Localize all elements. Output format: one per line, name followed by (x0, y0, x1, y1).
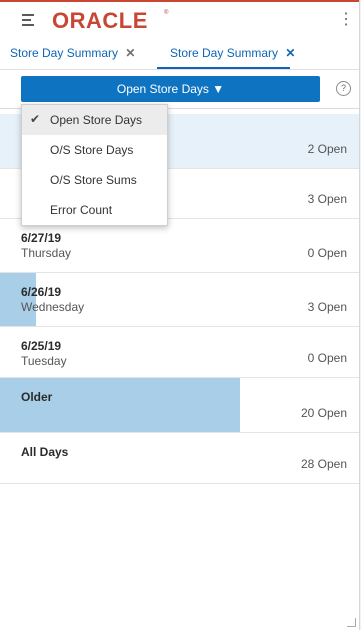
menu-item-open-store-days[interactable]: ✔ Open Store Days (22, 105, 167, 135)
close-icon[interactable]: ✕ (285, 46, 295, 60)
help-icon[interactable]: ? (336, 81, 351, 96)
menu-item-label: O/S Store Days (50, 143, 134, 157)
app-header: ORACLE ® ⋮ (0, 0, 359, 36)
menu-item-os-store-sums[interactable]: O/S Store Sums (22, 165, 167, 195)
tab-label: Store Day Summary (170, 46, 279, 60)
row-count: 28 Open (300, 457, 347, 471)
list-item[interactable]: Older 20 Open (0, 378, 359, 433)
row-date: All Days (21, 445, 69, 459)
tab-bar: Store Day Summary ✕ Store Day Summary ✕ (0, 36, 359, 70)
registered-mark: ® (164, 10, 169, 16)
row-date: 6/26/19 (21, 285, 62, 299)
row-count: 0 Open (307, 246, 347, 260)
oracle-logo: ORACLE (52, 8, 148, 33)
menu-item-label: O/S Store Sums (50, 173, 137, 187)
list-item[interactable]: 6/26/19 Wednesday 3 Open (0, 273, 359, 327)
row-count: 2 Open (307, 142, 347, 156)
kebab-icon[interactable]: ⋮ (338, 12, 354, 28)
view-select-menu: ✔ Open Store Days O/S Store Days O/S Sto… (21, 104, 168, 226)
menu-item-error-count[interactable]: Error Count (22, 195, 167, 225)
active-tab-indicator (157, 67, 290, 69)
hamburger-icon[interactable] (20, 12, 36, 28)
view-select-dropdown[interactable]: Open Store Days ▼ (21, 76, 320, 102)
row-day: Tuesday (21, 354, 67, 368)
row-date: 6/27/19 (21, 231, 62, 245)
open-count-bar (0, 378, 240, 432)
list-item[interactable]: All Days 28 Open (0, 433, 359, 484)
row-day: Wednesday (21, 300, 85, 314)
row-count: 20 Open (300, 406, 347, 420)
row-count: 3 Open (307, 300, 347, 314)
row-day: Thursday (21, 246, 72, 260)
menu-item-os-store-days[interactable]: O/S Store Days (22, 135, 167, 165)
list-item[interactable]: 6/27/19 Thursday 0 Open (0, 219, 359, 273)
row-count: 0 Open (307, 351, 347, 365)
store-day-summary-panel: ORACLE ® ⋮ Store Day Summary ✕ Store Day… (0, 0, 360, 630)
tab-store-day-summary-1[interactable]: Store Day Summary ✕ (10, 46, 135, 60)
check-icon: ✔ (30, 112, 41, 126)
list-item[interactable]: 6/25/19 Tuesday 0 Open (0, 327, 359, 378)
resize-handle-icon[interactable] (347, 618, 356, 627)
tab-store-day-summary-2[interactable]: Store Day Summary ✕ (170, 46, 295, 60)
menu-item-label: Open Store Days (50, 113, 143, 127)
close-icon[interactable]: ✕ (125, 46, 135, 60)
row-date: 6/25/19 (21, 339, 62, 353)
tab-label: Store Day Summary (10, 46, 119, 60)
row-date: Older (21, 390, 53, 404)
row-count: 3 Open (307, 192, 347, 206)
menu-item-label: Error Count (50, 203, 113, 217)
